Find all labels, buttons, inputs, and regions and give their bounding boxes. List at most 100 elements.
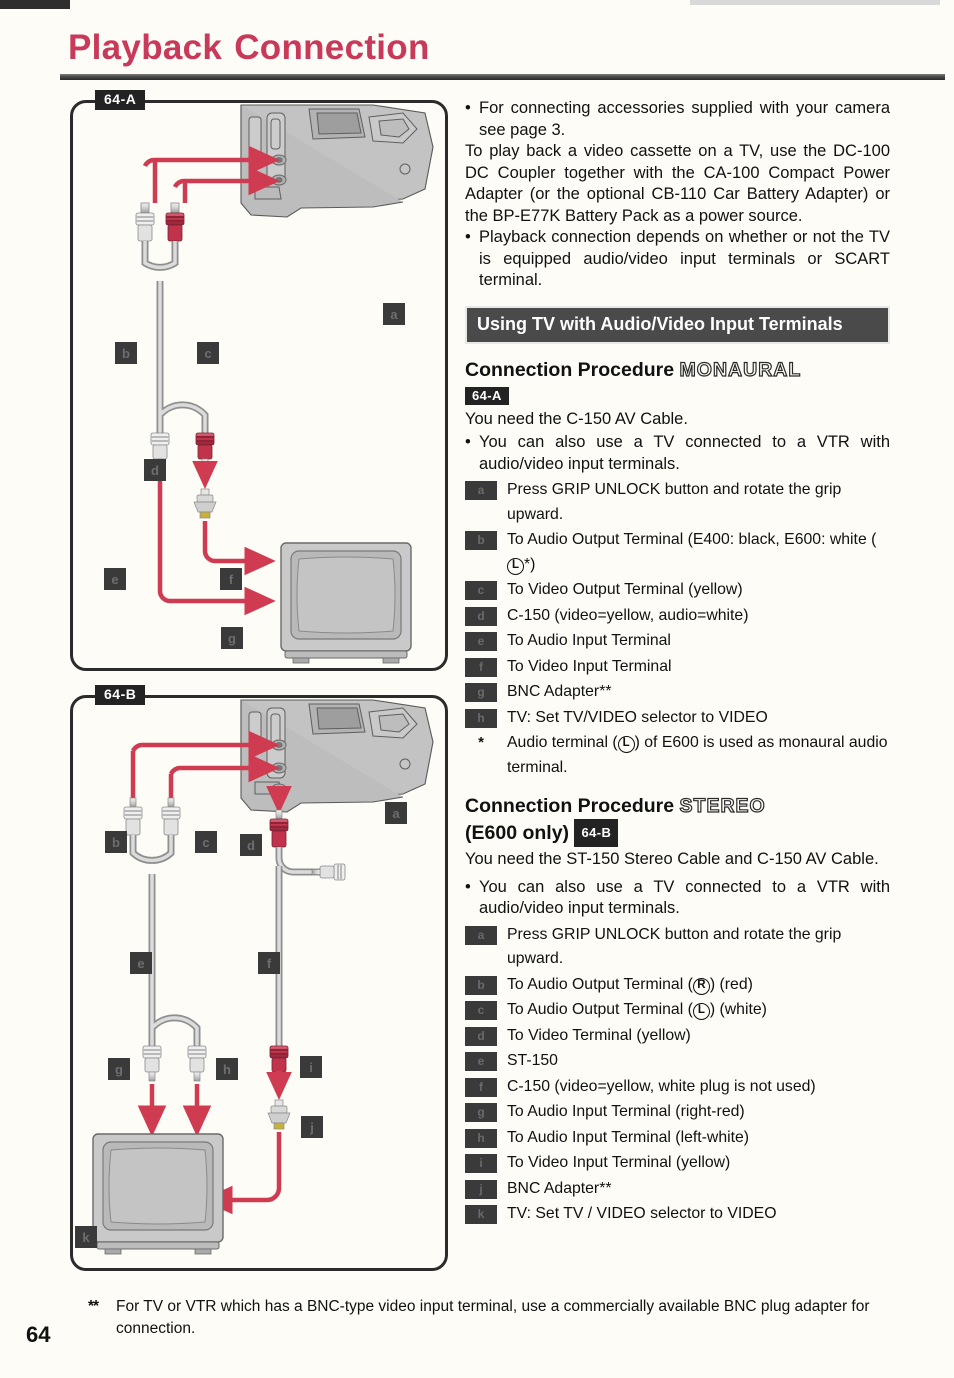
stereo-step-b: b To Audio Output Terminal (R) (red) <box>465 973 890 998</box>
step-marker-g: g <box>465 1103 497 1122</box>
mono-step-h-text: TV: Set TV/VIDEO selector to VIDEO <box>507 708 768 726</box>
stereo-heading-text: Connection Procedure <box>465 795 675 817</box>
diagram-b-chip-a: a <box>385 802 407 824</box>
page-title-word2: Connection <box>234 28 430 67</box>
stereo-step-e-text: ST-150 <box>507 1052 558 1069</box>
mono-heading-text: Connection Procedure <box>465 358 675 381</box>
diagram-b-chip-j: j <box>301 1116 323 1138</box>
circle-l-icon: L <box>692 1003 710 1020</box>
diagram-b-chip-h: h <box>216 1058 238 1080</box>
circle-l-icon: L <box>617 736 635 753</box>
mono-bullet: • You can also use a TV connected to a V… <box>465 432 890 475</box>
stereo-step-g: g To Audio Input Terminal (right-red) <box>465 1100 890 1125</box>
mono-step-g-text: BNC Adapter** <box>507 683 612 700</box>
intro-bullet-1-text: For connecting accessories supplied with… <box>479 99 890 139</box>
diagram-b-chip-k: k <box>75 1226 97 1248</box>
intro-bullet-1: • For connecting accessories supplied wi… <box>465 98 890 141</box>
stereo-step-a: a Press GRIP UNLOCK button and rotate th… <box>465 923 890 972</box>
step-marker-f: f <box>465 657 497 677</box>
mono-steps-list: a Press GRIP UNLOCK button and rotate th… <box>465 478 890 780</box>
step-marker-f: f <box>465 1077 497 1097</box>
stereo-steps-list: a Press GRIP UNLOCK button and rotate th… <box>465 923 890 1227</box>
stereo-step-d: d To Video Terminal (yellow) <box>465 1024 890 1049</box>
stereo-procedure-heading: Connection Procedure STEREO (E600 only) … <box>465 794 890 847</box>
stereo-step-h-text: To Audio Input Terminal (left-white) <box>507 1128 750 1146</box>
stereo-step-c-text: To Audio Output Terminal (L) (white) <box>507 998 890 1023</box>
stereo-step-f-text: C-150 (video=yellow, white plug is not u… <box>507 1077 816 1095</box>
stereo-tag-64b: 64-B <box>574 819 619 847</box>
diagram-b-chip-b: b <box>105 831 127 853</box>
diagram-a-chip-e: e <box>104 568 126 590</box>
stereo-step-c-post: ) (white) <box>709 1001 767 1018</box>
diagram-panel-64a: 64-A a b c d e f g <box>70 90 448 738</box>
page-title: Playback Connection <box>68 28 430 68</box>
mono-step-f-text: To Video Input Terminal <box>507 657 672 675</box>
diagram-panel-64b: 64-B a b c d e f g h i j k <box>70 685 448 1271</box>
page-footnote: ** For TV or VTR which has a BNC-type vi… <box>88 1296 918 1340</box>
mono-step-b-text: To Audio Output Terminal (E400: black, E… <box>507 528 890 577</box>
stereo-step-c-pre: To Audio Output Terminal ( <box>507 1001 693 1018</box>
diagram-a-chip-f: f <box>220 568 242 590</box>
step-marker-g: g <box>465 683 497 702</box>
step-marker-a: a <box>465 925 497 945</box>
mono-tag-line: 64-A <box>465 386 890 407</box>
diagram-b-chip-d: d <box>240 834 262 856</box>
step-marker-b: b <box>465 975 497 995</box>
stereo-step-h: h To Audio Input Terminal (left-white) <box>465 1126 890 1151</box>
diagram-b-artwork <box>92 699 434 1255</box>
mono-footnote-pre: Audio terminal ( <box>507 734 618 751</box>
stereo-step-c: c To Audio Output Terminal (L) (white) <box>465 998 890 1023</box>
mono-heading-mode: MONAURAL <box>679 358 802 381</box>
diagram-a-chip-g: g <box>221 627 243 649</box>
diagram-a-chip-b: b <box>115 342 137 364</box>
mono-step-a: a Press GRIP UNLOCK button and rotate th… <box>465 478 890 527</box>
stereo-step-k-text: TV: Set TV / VIDEO selector to VIDEO <box>507 1205 777 1222</box>
stereo-step-j: j BNC Adapter** <box>465 1177 890 1202</box>
step-marker-i: i <box>465 1154 497 1173</box>
stereo-bullet: • You can also use a TV connected to a V… <box>465 877 890 920</box>
step-marker-a: a <box>465 481 497 500</box>
manual-page: Playback Connection 64-A a b c d e f g 6… <box>0 0 954 1378</box>
mono-step-e-text: To Audio Input Terminal <box>507 632 671 649</box>
diagram-b-chip-g: g <box>108 1058 130 1080</box>
diagram-b-chip-i: i <box>300 1056 322 1078</box>
diagram-a-chip-a: a <box>383 303 405 325</box>
mono-step-b-pre: To Audio Output Terminal (E400: black, E… <box>507 531 877 548</box>
diagram-a-chip-c: c <box>197 342 219 364</box>
bullet-marker: • <box>465 877 471 896</box>
step-marker-c: c <box>465 1001 497 1020</box>
mono-step-b-post: *) <box>524 555 536 573</box>
stereo-step-d-text: To Video Terminal (yellow) <box>507 1026 691 1044</box>
intro-bullet-2-text: Playback connection depends on whether o… <box>479 228 890 289</box>
stereo-lead-text: You need the ST-150 Stereo Cable and C-1… <box>465 850 879 868</box>
step-marker-k: k <box>465 1205 497 1224</box>
mono-step-g: g BNC Adapter** <box>465 680 890 705</box>
page-title-word1: Playback <box>68 28 223 67</box>
step-marker-d: d <box>465 606 497 626</box>
stereo-step-i-text: To Video Input Terminal (yellow) <box>507 1154 731 1171</box>
stereo-step-g-text: To Audio Input Terminal (right-red) <box>507 1103 745 1120</box>
mono-step-e: e To Audio Input Terminal <box>465 629 890 654</box>
mono-footnote-star: * Audio terminal (L) of E600 is used as … <box>465 731 890 780</box>
diagram-a-artwork <box>135 104 434 664</box>
stereo-bullet-text: You can also use a TV connected to a VTR… <box>479 877 890 918</box>
circle-l-icon: L <box>507 557 524 575</box>
bullet-marker: • <box>465 433 471 451</box>
stereo-step-f: f C-150 (video=yellow, white plug is not… <box>465 1075 890 1100</box>
step-marker-e: e <box>465 632 497 651</box>
scan-artifact-top-left <box>0 0 70 9</box>
footnote-text: For TV or VTR which has a BNC-type video… <box>116 1298 870 1337</box>
diagram-b-chip-e: e <box>130 952 152 974</box>
mono-tag-64a: 64-A <box>465 386 509 405</box>
stereo-step-k: k TV: Set TV / VIDEO selector to VIDEO <box>465 1202 890 1227</box>
step-marker-d: d <box>465 1026 497 1046</box>
instruction-column: • For connecting accessories supplied wi… <box>465 98 890 1228</box>
mono-step-c-text: To Video Output Terminal (yellow) <box>507 581 743 598</box>
circle-r-icon: R <box>692 977 710 995</box>
step-marker-h: h <box>465 1128 497 1148</box>
mono-lead-text: You need the C-150 AV Cable. <box>465 409 688 428</box>
mono-step-a-text: Press GRIP UNLOCK button and rotate the … <box>507 481 842 523</box>
stereo-step-b-text: To Audio Output Terminal (R) (red) <box>507 973 890 998</box>
mono-footnote-text: Audio terminal (L) of E600 is used as mo… <box>507 731 890 780</box>
intro-bullet-2: • Playback connection depends on whether… <box>465 227 890 292</box>
